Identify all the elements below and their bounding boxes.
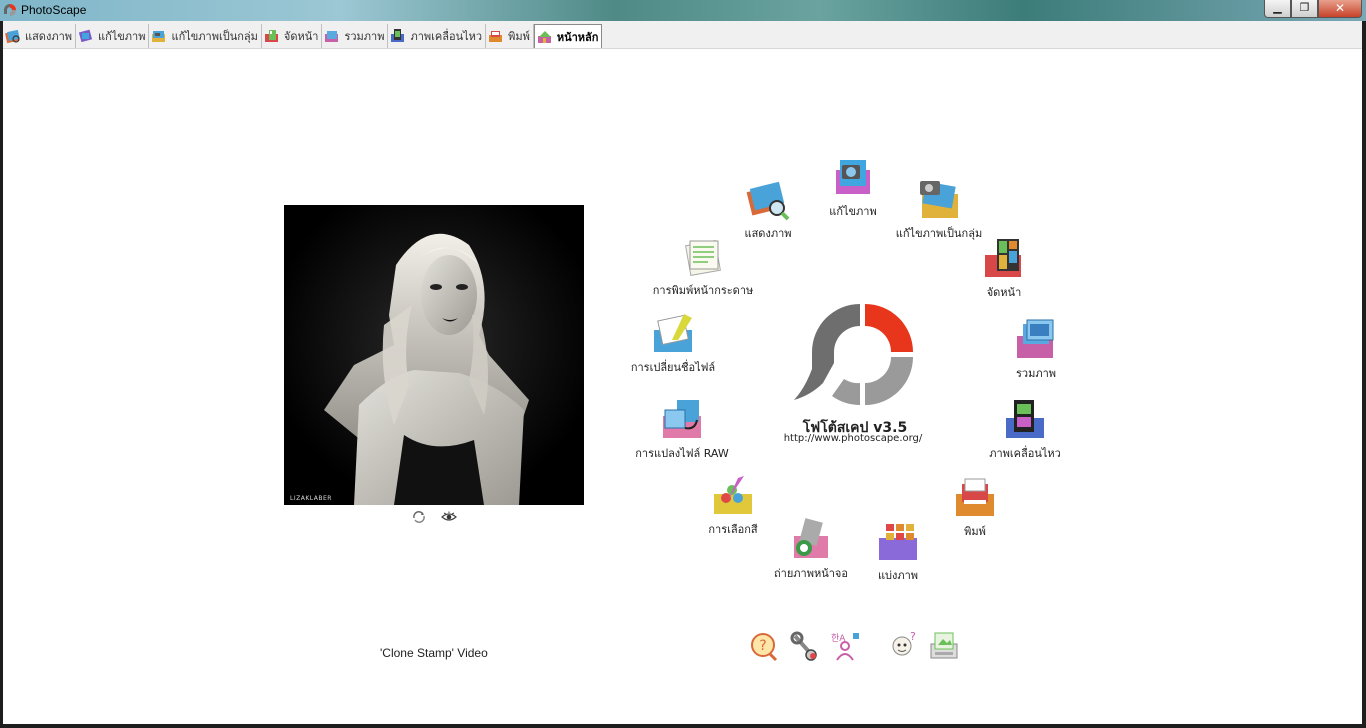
tab-label: จัดหน้า (283, 30, 319, 43)
tab-animated-gif[interactable]: ภาพเคลื่อนไหว (388, 24, 487, 48)
minimize-button[interactable]: ▁ (1264, 0, 1291, 18)
page-icon (264, 30, 278, 42)
tab-label: พิมพ์ (508, 30, 530, 43)
photoscape-logo (794, 304, 913, 405)
menu-label: แก้ไขภาพเป็นกลุ่ม (895, 227, 983, 240)
color-picker-icon (714, 476, 752, 514)
menu-combine[interactable]: รวมภาพ (1006, 318, 1066, 382)
page-icon (985, 239, 1021, 277)
help-icon[interactable]: ? (748, 630, 780, 662)
settings-icon[interactable] (789, 630, 821, 662)
menu-page[interactable]: จัดหน้า (974, 237, 1034, 301)
menu-rename[interactable]: การเปลี่ยนชื่อไฟล์ (626, 312, 720, 376)
maximize-button[interactable]: ❐ (1291, 0, 1318, 18)
raw-converter-icon (663, 400, 701, 438)
close-icon: ✕ (1334, 1, 1346, 15)
menu-label: ถ่ายภาพหน้าจอ (774, 567, 848, 580)
tab-page[interactable]: จัดหน้า (262, 24, 323, 48)
tab-viewer[interactable]: แสดงภาพ (3, 24, 76, 48)
refresh-icon[interactable] (410, 510, 428, 524)
menu-label: การพิมพ์หน้ากระดาษ (652, 284, 754, 297)
animated-gif-icon (391, 29, 405, 42)
batch-editor-icon (152, 31, 166, 42)
menu-editor[interactable]: แก้ไขภาพ (823, 156, 883, 220)
menu-color-picker[interactable]: การเลือกสี (702, 474, 764, 538)
menu-label: พิมพ์ (964, 525, 986, 538)
batch-editor-icon (920, 181, 958, 218)
splitter-icon (879, 524, 917, 560)
tab-editor[interactable]: แก้ไขภาพ (76, 24, 150, 48)
print-icon (956, 478, 994, 516)
portrait-image (284, 205, 584, 505)
viewer-icon (746, 181, 790, 221)
about-icon[interactable]: ? (888, 630, 920, 662)
menu-print[interactable]: พิมพ์ (945, 476, 1005, 540)
window-frame-right (1362, 21, 1366, 728)
title-bar[interactable]: PhotoScape ▁ ❐ ✕ (0, 0, 1366, 21)
menu-batch-editor[interactable]: แก้ไขภาพเป็นกลุ่ม (893, 178, 985, 242)
animated-gif-icon (1006, 400, 1044, 438)
image-watermark: LIZAKLABER (290, 495, 332, 502)
screenshot-icon[interactable] (928, 630, 960, 662)
menu-label: แก้ไขภาพ (829, 205, 877, 218)
menu-label: รวมภาพ (1015, 367, 1056, 380)
window-controls: ▁ ❐ ✕ (1264, 0, 1362, 18)
tab-label: ภาพเคลื่อนไหว (410, 30, 483, 43)
menu-label: จัดหน้า (986, 286, 1022, 299)
tab-batch-editor[interactable]: แก้ไขภาพเป็นกลุ่ม (149, 24, 262, 48)
restore-icon: ❐ (1299, 1, 1310, 14)
language-icon[interactable]: 한A (829, 630, 861, 662)
svg-text:?: ? (910, 630, 916, 643)
viewer-icon (5, 29, 20, 44)
menu-label: การเปลี่ยนชื่อไฟล์ (630, 361, 716, 374)
photoscape-app-icon (4, 4, 16, 16)
menu-splitter[interactable]: แบ่งภาพ (868, 520, 928, 584)
combine-icon (325, 31, 339, 42)
tab-home[interactable]: หน้าหลัก (533, 24, 603, 48)
tab-print[interactable]: พิมพ์ (486, 24, 534, 48)
screen-capture-icon (794, 518, 828, 558)
clone-stamp-video-link[interactable]: 'Clone Stamp' Video (380, 646, 488, 660)
eye-icon[interactable] (440, 510, 458, 524)
menu-animated-gif[interactable]: ภาพเคลื่อนไหว (984, 398, 1066, 462)
window-frame-left (0, 21, 3, 728)
window-frame-bottom (0, 724, 1366, 728)
tab-bar: แสดงภาพ แก้ไขภาพ แก้ไขภาพเป็นกลุ่ม จัดหน… (3, 21, 1362, 49)
tab-combine[interactable]: รวมภาพ (322, 24, 389, 48)
photoscape-window: PhotoScape ▁ ❐ ✕ แสดงภาพ แก้ไขภาพ แก้ไขภ… (0, 0, 1366, 728)
website-link[interactable]: http://www.photoscape.org/ (780, 433, 926, 444)
tab-label: แสดงภาพ (25, 30, 72, 43)
editor-icon (836, 160, 870, 194)
menu-label: การเลือกสี (708, 523, 758, 536)
window-title: PhotoScape (21, 3, 87, 17)
tab-label: แก้ไขภาพเป็นกลุ่ม (171, 30, 258, 43)
tab-label: แก้ไขภาพ (98, 30, 146, 43)
home-preview-image[interactable]: LIZAKLABER (284, 205, 584, 505)
menu-label: การแปลงไฟล์ RAW (635, 447, 729, 460)
tab-label: รวมภาพ (344, 30, 385, 43)
menu-screen-capture[interactable]: ถ่ายภาพหน้าจอ (770, 518, 852, 582)
combine-icon (1017, 319, 1054, 358)
rename-icon (654, 314, 692, 352)
menu-raw-converter[interactable]: การแปลงไฟล์ RAW (632, 398, 732, 462)
print-icon (489, 31, 503, 42)
home-icon (537, 30, 551, 43)
close-button[interactable]: ✕ (1318, 0, 1362, 18)
svg-text:?: ? (759, 638, 766, 654)
menu-viewer[interactable]: แสดงภาพ (738, 178, 798, 242)
minimize-icon: ▁ (1273, 1, 1282, 14)
menu-paper-print[interactable]: การพิมพ์หน้ากระดาษ (652, 235, 754, 299)
editor-icon (78, 29, 93, 43)
paper-print-icon (685, 240, 721, 276)
tab-label: หน้าหลัก (556, 30, 599, 44)
menu-label: แบ่งภาพ (877, 569, 919, 582)
menu-label: ภาพเคลื่อนไหว (989, 447, 1061, 460)
